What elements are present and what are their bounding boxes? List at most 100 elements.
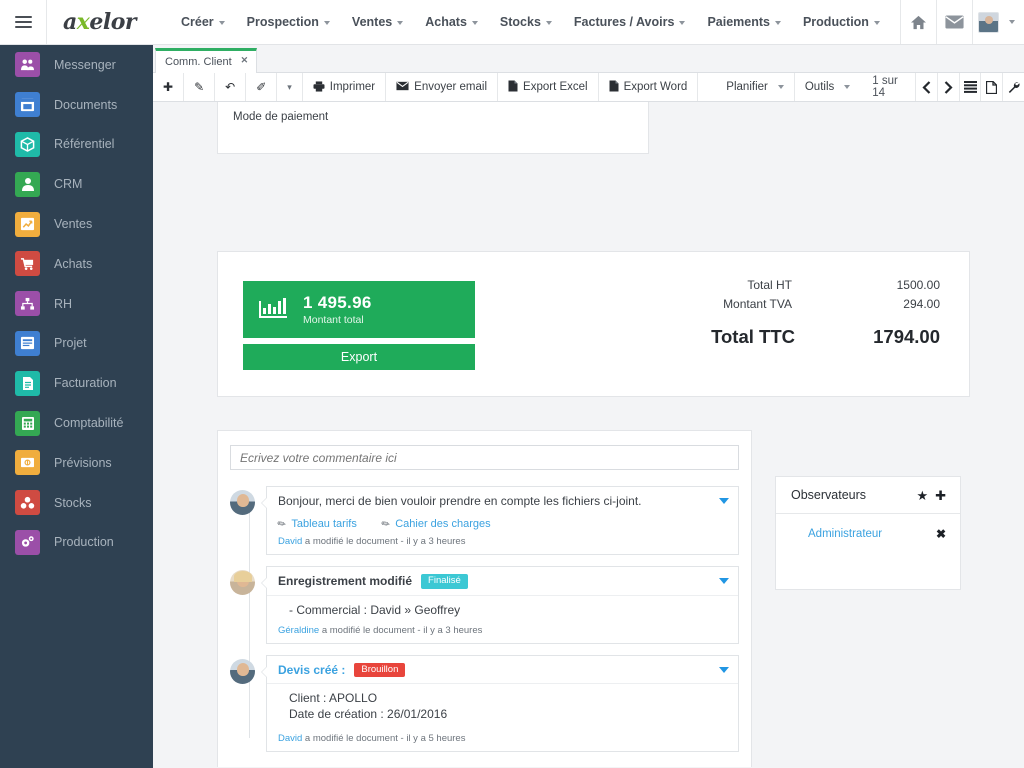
outils-dropdown[interactable]: Outils (795, 73, 860, 101)
sidebar-item-documents[interactable]: Documents (0, 85, 153, 125)
sidebar-item-referentiel[interactable]: Référentiel (0, 125, 153, 165)
comment-author[interactable]: David (278, 733, 302, 744)
menu-ventes[interactable]: Ventes (341, 9, 414, 35)
chevron-right-icon (944, 80, 953, 94)
export-word-button[interactable]: Export Word (599, 73, 699, 101)
star-icon[interactable]: ★ (916, 489, 928, 502)
next-record-button[interactable] (936, 73, 959, 101)
comment-body: - Commercial : David » Geoffrey (267, 596, 738, 617)
chevron-down-icon[interactable] (719, 578, 729, 584)
attachment-link[interactable]: ✎ Tableau tarifs (276, 517, 357, 531)
totals-list: Total HT 1500.00 Montant TVA 294.00 Tota… (650, 278, 940, 353)
menu-production[interactable]: Production (792, 9, 891, 35)
sidebar-item-crm[interactable]: CRM (0, 164, 153, 204)
sidebar-item-messenger[interactable]: Messenger (0, 45, 153, 85)
planifier-label: Planifier (726, 81, 768, 93)
attachment-link[interactable]: ✎ Cahier des charges (379, 517, 490, 531)
record-toolbar: ✚ ✎ ↶ ✐ ▾ Imprimer Envoyer email Export … (153, 73, 1024, 102)
comment-input[interactable] (230, 445, 739, 470)
export-word-label: Export Word (623, 81, 688, 93)
sidebar-item-label: Prévisions (54, 455, 112, 470)
comment-title[interactable]: Devis créé : (278, 663, 345, 677)
menu-toggle-button[interactable] (0, 0, 47, 44)
sidebar-item-label: Facturation (54, 376, 117, 391)
menu-label: Production (802, 15, 869, 29)
sidebar-item-label: Référentiel (54, 137, 115, 152)
sidebar-item-production[interactable]: Production (0, 523, 153, 563)
comment-body-line: - Commercial : David » Geoffrey (289, 602, 461, 617)
total-amount-tile[interactable]: 1 495.96 Montant total (243, 281, 475, 338)
attachment-label: Tableau tarifs (291, 518, 357, 530)
new-button[interactable]: ✚ (153, 73, 185, 101)
menu-paiements[interactable]: Paiements (696, 9, 792, 35)
sidebar-item-label: Ventes (54, 217, 93, 232)
sidebar-item-previsions[interactable]: Prévisions (0, 443, 153, 483)
add-observer-icon[interactable]: ✚ (935, 489, 946, 502)
close-icon[interactable]: ✕ (241, 55, 249, 66)
chevron-down-icon (873, 20, 880, 25)
form-scroll-area[interactable]: Mode de paiement 1 495.96 Montant total … (153, 102, 1024, 767)
org-chart-icon (15, 291, 40, 317)
export-excel-button[interactable]: Export Excel (498, 73, 599, 101)
home-button[interactable] (900, 0, 936, 44)
project-icon (15, 330, 40, 356)
menu-stocks[interactable]: Stocks (489, 9, 563, 35)
sidebar-item-comptabilite[interactable]: Comptabilité (0, 403, 153, 443)
sidebar-item-projet[interactable]: Projet (0, 324, 153, 364)
observer-row: Administrateur ✖ (776, 514, 960, 541)
paperclip-icon: ✎ (379, 517, 393, 531)
chart-line-icon (15, 211, 40, 237)
comment-header: Devis créé : Brouillon (267, 656, 738, 684)
tab-comm-client[interactable]: Comm. Client ✕ (155, 48, 258, 73)
menu-factures-avoirs[interactable]: Factures / Avoirs (563, 9, 697, 35)
outils-label: Outils (804, 81, 835, 93)
total-ht-label: Total HT (747, 278, 792, 292)
comment-footer: David a modifié le document - il y a 5 h… (267, 723, 738, 751)
observer-name[interactable]: Administrateur (808, 528, 882, 540)
file-icon (508, 80, 518, 94)
send-email-button[interactable]: Envoyer email (386, 73, 499, 101)
observers-actions: ★ ✚ (916, 489, 946, 502)
comment-author[interactable]: David (278, 536, 302, 547)
list-icon (963, 81, 977, 93)
menu-prospection[interactable]: Prospection (236, 9, 341, 35)
chevron-down-icon[interactable] (719, 666, 729, 673)
comment-entry: Bonjour, merci de bien vouloir prendre e… (230, 486, 739, 555)
comment-author[interactable]: Géraldine (278, 625, 319, 636)
sidebar-item-label: CRM (54, 177, 83, 192)
edit-button[interactable]: ✎ (184, 73, 216, 101)
logo-text-rest: elor (89, 9, 136, 35)
sidebar-item-stocks[interactable]: Stocks (0, 483, 153, 523)
planifier-dropdown[interactable]: Planifier (698, 73, 795, 101)
printer-icon (313, 80, 325, 94)
menu-label: Créer (181, 15, 214, 29)
back-button[interactable]: ↶ (215, 73, 247, 101)
settings-button[interactable] (1002, 73, 1024, 101)
sidebar-item-facturation[interactable]: Facturation (0, 363, 153, 403)
menu-label: Ventes (351, 15, 393, 29)
chevron-down-icon (323, 20, 330, 25)
sidebar-item-rh[interactable]: RH (0, 284, 153, 324)
prev-record-button[interactable] (915, 73, 937, 101)
montant-tva-value: 294.00 (903, 297, 940, 311)
form-view-button[interactable] (980, 73, 1002, 101)
more-actions-button[interactable]: ▾ (277, 73, 303, 101)
print-button[interactable]: Imprimer (303, 73, 387, 101)
list-view-button[interactable] (958, 73, 981, 101)
menu-achats[interactable]: Achats (414, 9, 489, 35)
app-logo[interactable]: a x elor (47, 0, 152, 44)
mail-button[interactable] (936, 0, 972, 44)
user-menu-button[interactable] (972, 0, 1024, 44)
chevron-down-icon (397, 20, 404, 25)
export-button[interactable]: Export (243, 344, 475, 370)
remove-observer-icon[interactable]: ✖ (936, 527, 946, 541)
sidebar-item-achats[interactable]: Achats (0, 244, 153, 284)
attach-button[interactable]: ✐ (246, 73, 278, 101)
chevron-down-icon[interactable] (719, 498, 729, 504)
sidebar: Messenger Documents Référentiel CRM Vent… (0, 45, 153, 768)
sidebar-item-ventes[interactable]: Ventes (0, 204, 153, 244)
comment-bubble: Bonjour, merci de bien vouloir prendre e… (261, 486, 739, 555)
comment-footer: David a modifié le document - il y a 3 h… (267, 530, 738, 554)
menu-creer[interactable]: Créer (170, 9, 236, 35)
tab-label: Comm. Client (165, 56, 232, 68)
